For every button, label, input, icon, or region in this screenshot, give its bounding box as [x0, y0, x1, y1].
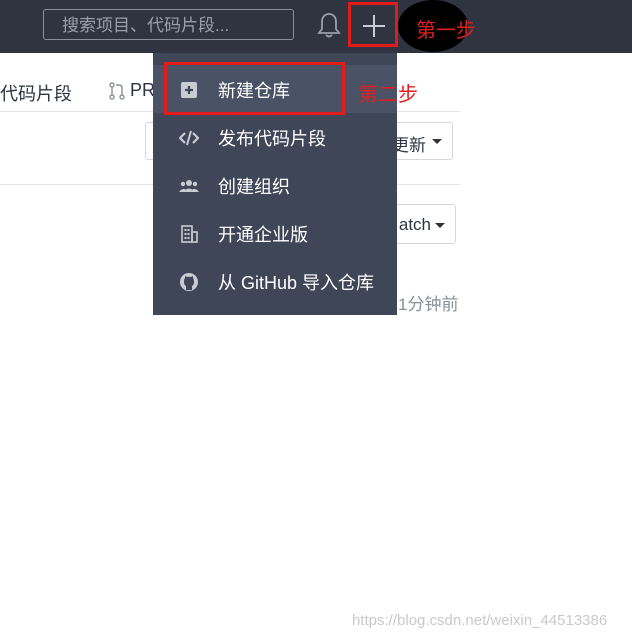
- building-icon: [181, 225, 198, 243]
- search-input[interactable]: 搜索项目、代码片段...: [43, 9, 294, 40]
- step1-annotation: 第一步: [416, 20, 476, 42]
- step1-highlight-box: [348, 2, 398, 47]
- menu-item-label: 创建组织: [218, 177, 290, 197]
- step2-annotation: 第二步: [358, 84, 418, 106]
- pull-request-icon: [109, 82, 125, 100]
- sort-button-label: 更新: [392, 136, 426, 155]
- menu-item-enterprise[interactable]: 开通企业版: [153, 209, 397, 257]
- menu-item-label: 发布代码片段: [218, 129, 326, 149]
- menu-item-label: 从 GitHub 导入仓库: [218, 273, 375, 293]
- chevron-down-icon: [432, 139, 442, 144]
- menu-item-import-github[interactable]: 从 GitHub 导入仓库: [153, 257, 397, 305]
- menu-item-create-org[interactable]: 创建组织: [153, 161, 397, 209]
- tab-code-snippets[interactable]: 代码片段: [0, 80, 72, 106]
- bell-icon[interactable]: [316, 11, 342, 39]
- top-navbar: 搜索项目、代码片段... 第一步: [0, 0, 632, 53]
- watch-button-label: atch: [398, 215, 431, 234]
- tab-pr[interactable]: PR: [130, 80, 155, 101]
- chevron-down-icon: [435, 223, 445, 228]
- code-icon: [179, 130, 199, 146]
- watermark: https://blog.csdn.net/weixin_44513386: [352, 612, 608, 629]
- menu-item-publish-snippet[interactable]: 发布代码片段: [153, 113, 397, 161]
- updated-time: 1分钟前: [398, 295, 459, 314]
- users-icon: [179, 180, 199, 192]
- step2-highlight-box: [164, 62, 345, 115]
- menu-item-label: 开通企业版: [218, 225, 308, 245]
- github-icon: [180, 273, 198, 291]
